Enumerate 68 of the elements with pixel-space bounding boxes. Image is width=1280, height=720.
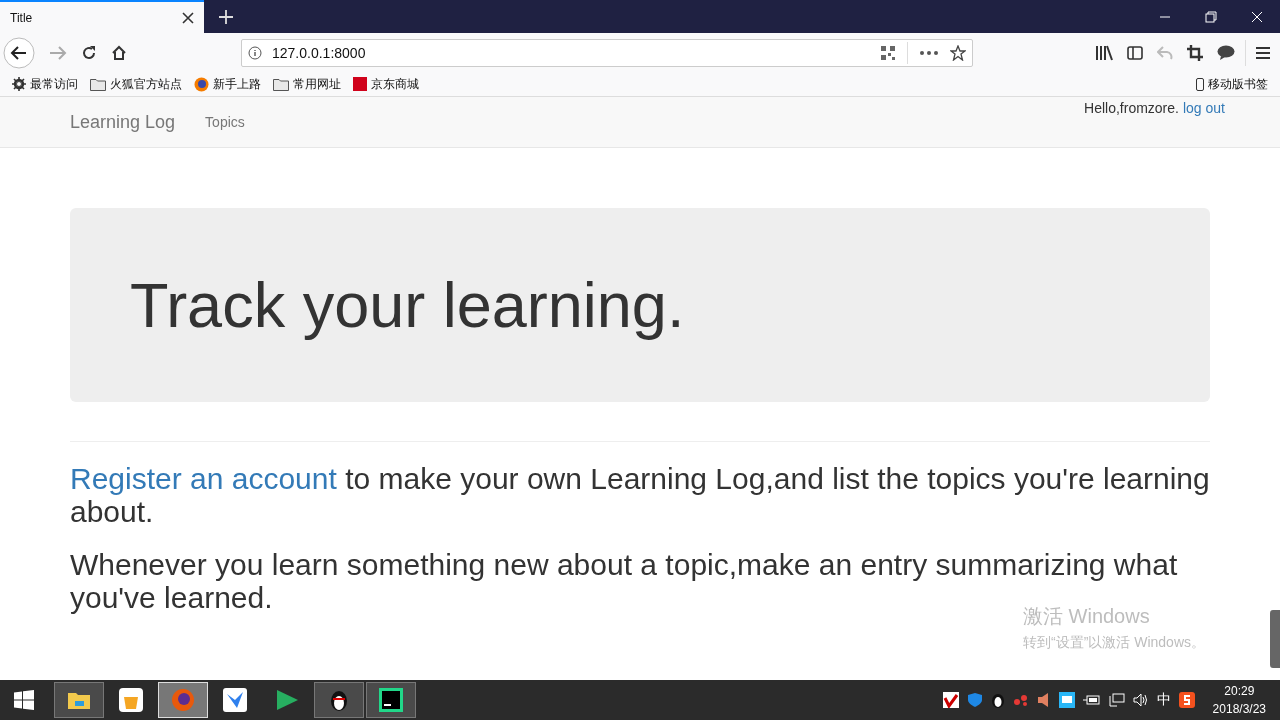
back-icon[interactable] (3, 36, 35, 69)
info-icon[interactable] (248, 45, 262, 60)
sogou-icon (1178, 692, 1195, 708)
penguin-icon (329, 688, 349, 712)
qr-code-icon[interactable] (881, 45, 895, 60)
bookmark-item[interactable]: 最常访问 (12, 75, 78, 93)
chat-bubble-icon[interactable] (1217, 45, 1235, 60)
bookmark-item[interactable]: 京东商城 (353, 75, 419, 93)
register-link[interactable]: Register an account (70, 462, 337, 495)
bookmark-label: 新手上路 (213, 75, 261, 93)
jd-logo-icon (353, 77, 367, 91)
taskbar-clock[interactable]: 20:29 2018/3/23 (1212, 682, 1266, 718)
scroll-handle[interactable] (1270, 610, 1280, 668)
browser-tab[interactable]: Title (0, 0, 204, 33)
more-icon[interactable] (920, 50, 938, 55)
crop-icon[interactable] (1187, 44, 1203, 61)
battery-icon (1082, 694, 1101, 706)
folder-icon (68, 691, 90, 709)
url-text: 127.0.0.1:8000 (272, 44, 366, 61)
intro-paragraph: Register an account to make your own Learning Log,and list the topics you're learning about. (70, 462, 1210, 528)
sidebar-icon[interactable] (1127, 45, 1143, 60)
bookmark-item[interactable]: 火狐官方站点 (90, 75, 182, 93)
input-method-indicator[interactable]: 中 (1156, 691, 1171, 709)
jumbotron-heading: Track your learning. (130, 269, 685, 341)
phone-icon (1196, 77, 1204, 91)
close-icon[interactable] (182, 11, 194, 24)
plus-icon[interactable] (218, 8, 234, 25)
firefox-icon (171, 688, 195, 712)
folder-icon (90, 77, 106, 91)
greeting-text: Hello,fromzore. (1084, 100, 1179, 116)
nav-link[interactable]: Topics (205, 114, 245, 130)
bookmark-label: 火狐官方站点 (110, 75, 182, 93)
clock-time: 20:29 (1224, 683, 1255, 700)
restore-icon[interactable] (1205, 10, 1217, 23)
pycharm-icon (379, 688, 403, 712)
library-icon[interactable] (1095, 44, 1113, 61)
menu-icon[interactable] (1256, 46, 1270, 59)
activation-hint: 转到“设置”以激活 Windows。 (1023, 634, 1205, 652)
address-bar[interactable]: 127.0.0.1:8000 (241, 38, 973, 67)
bookmark-item[interactable]: 新手上路 (194, 75, 261, 93)
home-icon[interactable] (111, 44, 127, 61)
speaker-icon (1036, 692, 1051, 708)
mobile-bookmarks[interactable]: 移动版书签 (1196, 75, 1268, 93)
play-icon (275, 689, 299, 711)
gear-icon (12, 77, 26, 91)
bookmark-item[interactable]: 常用网址 (273, 75, 341, 93)
bookmark-label: 移动版书签 (1208, 75, 1268, 93)
bird-icon (223, 688, 247, 712)
reload-icon[interactable] (81, 44, 97, 61)
folder-icon (273, 77, 289, 91)
shopping-bag-icon (119, 688, 143, 712)
bookmark-label: 京东商城 (371, 75, 419, 93)
star-icon[interactable] (950, 44, 966, 61)
shield-icon (966, 692, 983, 708)
network-icon (1108, 693, 1125, 707)
bookmark-label: 常用网址 (293, 75, 341, 93)
bookmark-label: 最常访问 (30, 75, 78, 93)
logout-link[interactable]: log out (1182, 100, 1225, 116)
dots-cluster-icon (1012, 693, 1029, 707)
volume-icon (1132, 693, 1149, 707)
penguin-icon (990, 692, 1005, 708)
globe-icon (194, 76, 209, 92)
clock-date: 2018/3/23 (1212, 701, 1266, 718)
tab-title: Title (10, 10, 33, 25)
taskbar-app[interactable] (314, 682, 364, 718)
taskbar-app[interactable] (366, 682, 416, 718)
windows-start-icon[interactable] (14, 690, 34, 710)
brand-link[interactable]: Learning Log (70, 111, 176, 133)
